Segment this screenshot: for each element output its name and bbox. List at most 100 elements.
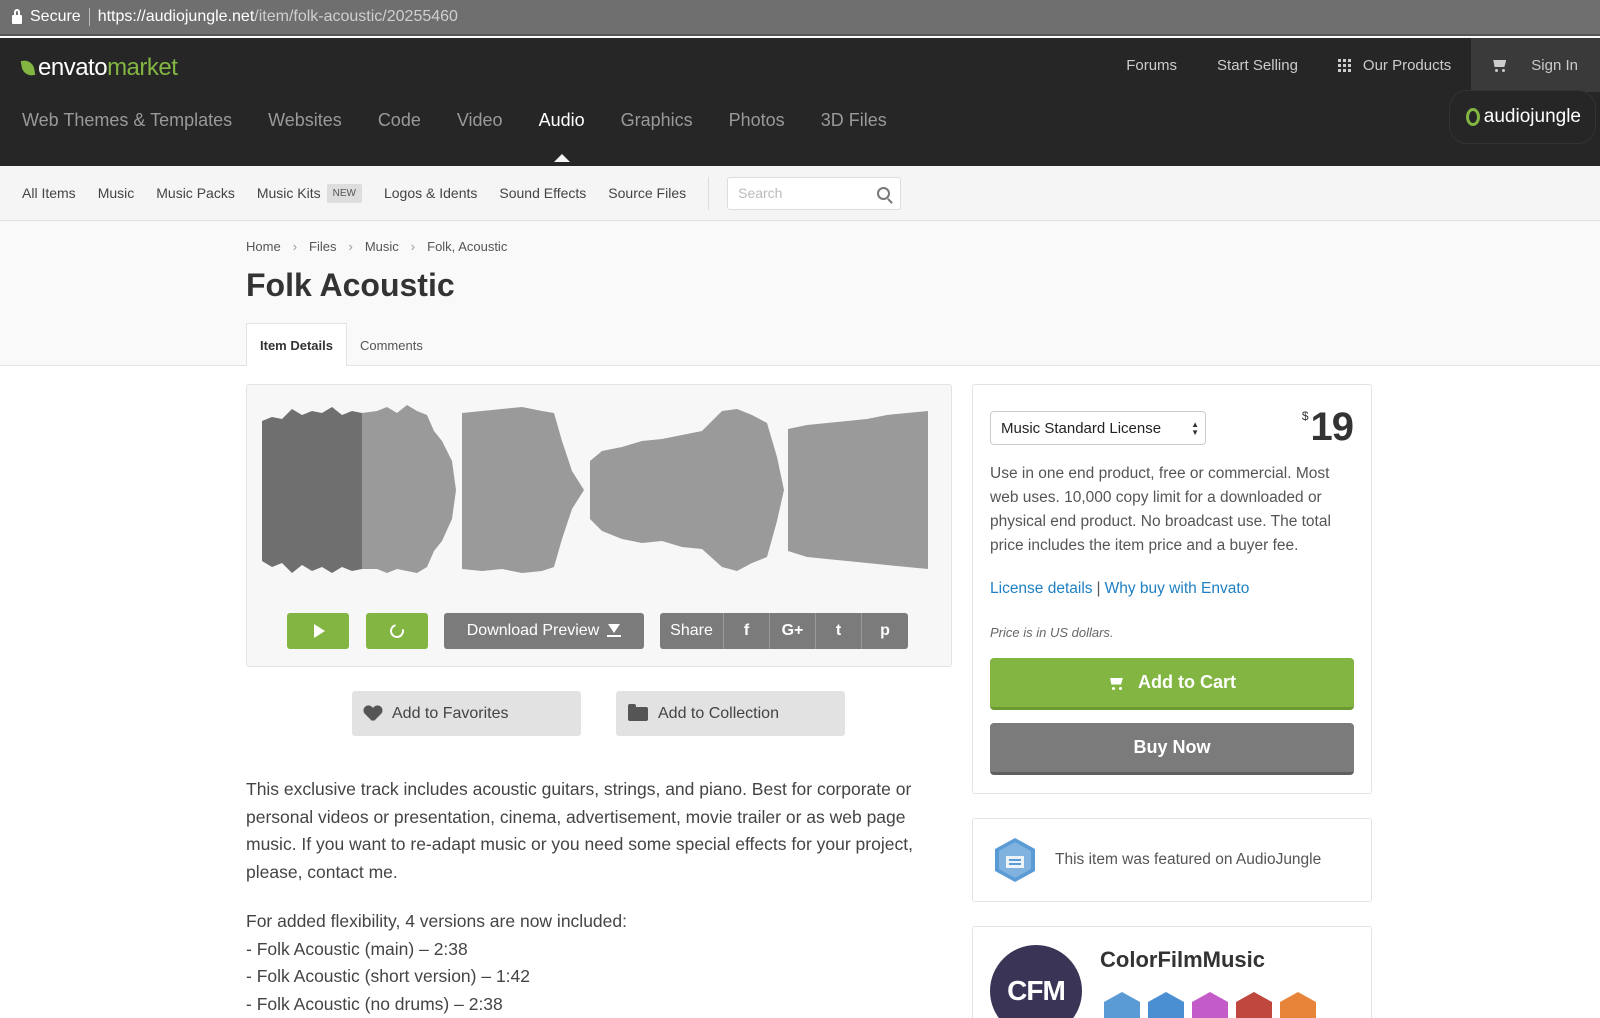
waveform-segment-3 bbox=[590, 409, 784, 571]
featured-text: This item was featured on AudioJungle bbox=[1055, 851, 1322, 868]
featured-notice: This item was featured on AudioJungle bbox=[972, 818, 1372, 902]
version-item: - Folk Acoustic (short version) – 1:42 bbox=[246, 966, 530, 986]
buy-now-button[interactable]: Buy Now bbox=[990, 723, 1354, 775]
author-card: CFM ColorFilmMusic bbox=[972, 926, 1372, 1018]
loop-button[interactable] bbox=[366, 613, 428, 649]
category-graphics[interactable]: Graphics bbox=[621, 110, 693, 162]
play-icon bbox=[314, 624, 325, 638]
search-placeholder: Search bbox=[738, 185, 783, 201]
subnav-music-kits-label: Music Kits bbox=[256, 185, 321, 201]
license-description: Use in one end product, free or commerci… bbox=[990, 465, 1331, 554]
breadcrumb: Home › Files › Music › Folk, Acoustic bbox=[246, 239, 507, 254]
price-amount: 19 bbox=[1310, 405, 1354, 449]
tab-item-details[interactable]: Item Details bbox=[246, 323, 347, 367]
pinterest-icon[interactable]: p bbox=[862, 613, 908, 649]
play-button[interactable] bbox=[287, 613, 349, 649]
subnav-all-items[interactable]: All Items bbox=[22, 185, 76, 201]
license-select[interactable]: Music Standard License ▲ ▼ bbox=[990, 411, 1206, 445]
description-paragraph: This exclusive track includes acoustic g… bbox=[246, 779, 913, 882]
breadcrumb-files[interactable]: Files bbox=[309, 239, 336, 254]
license-select-value: Music Standard License bbox=[1001, 419, 1162, 437]
browser-url-bar[interactable]: Secure https://audiojungle.net/item/folk… bbox=[0, 0, 1600, 36]
breadcrumb-music[interactable]: Music bbox=[365, 239, 399, 254]
download-preview-label: Download Preview bbox=[466, 622, 600, 639]
forums-link[interactable]: Forums bbox=[1106, 38, 1197, 92]
chevron-right-icon: › bbox=[292, 239, 298, 254]
breadcrumb-home[interactable]: Home bbox=[246, 239, 281, 254]
avatar[interactable]: CFM bbox=[990, 945, 1082, 1018]
author-name[interactable]: ColorFilmMusic bbox=[1100, 947, 1265, 973]
category-code[interactable]: Code bbox=[378, 110, 421, 162]
why-buy-link[interactable]: Why buy with Envato bbox=[1105, 580, 1250, 597]
add-to-favorites-button[interactable]: Add to Favorites bbox=[352, 691, 581, 736]
waveform-played bbox=[262, 407, 362, 573]
item-description: This exclusive track includes acoustic g… bbox=[246, 776, 946, 1018]
twitter-icon[interactable]: t bbox=[816, 613, 862, 649]
category-websites[interactable]: Websites bbox=[268, 110, 342, 162]
category-3d-files[interactable]: 3D Files bbox=[821, 110, 887, 162]
add-to-favorites-label: Add to Favorites bbox=[392, 704, 509, 722]
featured-badge-icon bbox=[995, 838, 1035, 882]
loop-icon bbox=[387, 621, 407, 641]
download-preview-button[interactable]: Download Preview bbox=[444, 613, 644, 649]
logo-envato-text: envato bbox=[38, 54, 108, 81]
version-item: - Folk Acoustic (no drums) – 2:38 bbox=[246, 993, 503, 1014]
our-products-menu[interactable]: Our Products bbox=[1318, 38, 1471, 92]
heart-icon bbox=[364, 706, 382, 722]
share-button[interactable]: Share bbox=[660, 613, 724, 649]
add-to-collection-button[interactable]: Add to Collection bbox=[616, 691, 845, 736]
subnav-music-packs[interactable]: Music Packs bbox=[156, 185, 235, 201]
subnav-logos-idents[interactable]: Logos & Idents bbox=[384, 185, 477, 201]
facebook-icon[interactable]: f bbox=[724, 613, 770, 649]
category-audio[interactable]: Audio bbox=[539, 110, 585, 162]
waveform-segment-1 bbox=[362, 405, 456, 573]
audiojungle-site-badge[interactable]: audiojungle bbox=[1448, 90, 1596, 144]
license-details-link[interactable]: License details bbox=[990, 580, 1093, 597]
waveform[interactable] bbox=[262, 401, 928, 579]
cart-icon bbox=[1108, 676, 1126, 690]
add-to-cart-button[interactable]: Add to Cart bbox=[990, 658, 1354, 710]
category-web-themes[interactable]: Web Themes & Templates bbox=[22, 110, 232, 162]
google-plus-icon[interactable]: G+ bbox=[770, 613, 816, 649]
url-host: https://audiojungle.net bbox=[97, 8, 255, 25]
site-header: envato market Forums Start Selling Our Pr… bbox=[0, 38, 1600, 166]
author-badge-icon bbox=[1280, 992, 1316, 1018]
subnav-sound-effects[interactable]: Sound Effects bbox=[499, 185, 586, 201]
cart-icon[interactable] bbox=[1491, 58, 1509, 72]
category-video[interactable]: Video bbox=[457, 110, 503, 162]
author-badges bbox=[1104, 992, 1324, 1018]
leaf-icon bbox=[20, 59, 36, 77]
price-note: Price is in US dollars. bbox=[990, 625, 1114, 640]
our-products-label: Our Products bbox=[1362, 56, 1452, 74]
category-photos[interactable]: Photos bbox=[729, 110, 785, 162]
chevron-right-icon: › bbox=[348, 239, 353, 254]
subnav-music[interactable]: Music bbox=[98, 185, 135, 201]
waveform-segment-4 bbox=[788, 411, 928, 569]
subnav-music-kits[interactable]: Music Kits NEW bbox=[256, 183, 362, 203]
select-arrows-icon: ▲ ▼ bbox=[1191, 420, 1199, 437]
subnav-source-files[interactable]: Source Files bbox=[608, 185, 686, 201]
license-links: License details | Why buy with Envato bbox=[990, 580, 1249, 598]
category-nav: Web Themes & Templates Websites Code Vid… bbox=[22, 110, 923, 162]
share-bar: Share f G+ t p bbox=[660, 613, 908, 649]
add-to-cart-label: Add to Cart bbox=[1138, 672, 1236, 692]
author-badge-icon bbox=[1148, 992, 1184, 1018]
version-item: - Folk Acoustic (main) – 2:38 bbox=[246, 938, 468, 959]
audiojungle-label: audiojungle bbox=[1483, 106, 1581, 127]
sub-nav: All Items Music Music Packs Music Kits N… bbox=[0, 166, 1600, 221]
versions-list: For added flexibility, 4 versions are no… bbox=[246, 908, 946, 1018]
start-selling-link[interactable]: Start Selling bbox=[1197, 38, 1318, 92]
search-input[interactable]: Search bbox=[727, 176, 902, 210]
envato-market-logo[interactable]: envato market bbox=[20, 54, 178, 82]
sign-in-link[interactable]: Sign In bbox=[1531, 57, 1578, 74]
item-tabs: Item Details Comments bbox=[246, 323, 436, 367]
tab-comments[interactable]: Comments bbox=[347, 323, 436, 367]
folder-icon bbox=[628, 703, 648, 721]
url-path: /item/folk-acoustic/20255460 bbox=[254, 8, 458, 25]
purchase-box: Music Standard License ▲ ▼ $ 19 Use in on… bbox=[972, 384, 1372, 794]
top-nav: Forums Start Selling Our Products Sign I… bbox=[1106, 38, 1600, 92]
breadcrumb-folk-acoustic[interactable]: Folk, Acoustic bbox=[427, 239, 507, 254]
search-icon[interactable] bbox=[877, 186, 891, 200]
lock-icon bbox=[12, 8, 22, 24]
secure-label: Secure bbox=[30, 8, 81, 25]
